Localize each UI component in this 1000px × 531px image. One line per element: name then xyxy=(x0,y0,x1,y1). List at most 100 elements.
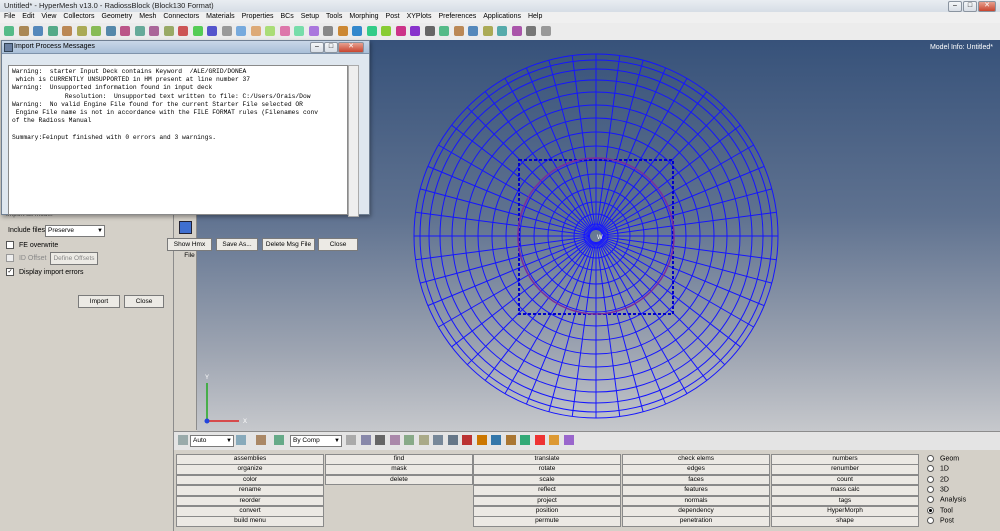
penetration-button[interactable]: penetration xyxy=(622,516,770,527)
edges-button[interactable]: edges xyxy=(622,464,770,475)
toolbar-tool-icon[interactable] xyxy=(294,26,304,36)
menu-morphing[interactable]: Morphing xyxy=(345,12,381,20)
mask-button[interactable]: mask xyxy=(325,464,473,475)
transparency-icon[interactable] xyxy=(256,435,266,445)
permute-button[interactable]: permute xyxy=(473,516,621,527)
radio-tool[interactable]: Tool xyxy=(927,506,953,514)
messages-textbox[interactable]: Warning: starter Input Deck contains Key… xyxy=(8,65,348,215)
toolbar-tool-icon[interactable] xyxy=(352,26,362,36)
toolbar-tool-icon[interactable] xyxy=(540,26,551,36)
menu-view[interactable]: View xyxy=(37,12,59,20)
radio-analysis[interactable]: Analysis xyxy=(927,496,966,504)
toolbar-tool-icon[interactable] xyxy=(221,26,232,36)
import-button[interactable]: Import xyxy=(78,295,120,308)
build-menu-button[interactable]: build menu xyxy=(176,516,324,527)
vertical-scrollbar[interactable] xyxy=(348,65,359,217)
convert-button[interactable]: convert xyxy=(176,506,324,517)
toolbar-tool-icon[interactable] xyxy=(323,26,333,36)
numbers-button[interactable]: numbers xyxy=(771,454,919,465)
toolbar-tool-icon[interactable] xyxy=(279,26,290,36)
toolbar-tool-icon[interactable] xyxy=(105,26,116,36)
rename-button[interactable]: rename xyxy=(176,485,324,496)
menu-mesh[interactable]: Mesh xyxy=(135,12,159,20)
close-panel-button[interactable]: Close xyxy=(124,295,164,308)
visualization-tool-icon[interactable] xyxy=(534,435,545,445)
toolbar-tool-icon[interactable] xyxy=(76,26,87,36)
dialog-minimize-button[interactable]: – xyxy=(310,42,324,53)
delete-button[interactable]: delete xyxy=(325,474,473,486)
menu-preferences[interactable]: Preferences xyxy=(434,12,479,20)
auto-select[interactable]: Auto ▼ xyxy=(190,435,234,447)
toolbar-tool-icon[interactable] xyxy=(134,26,145,36)
menu-post[interactable]: Post xyxy=(382,12,403,20)
tags-button[interactable]: tags xyxy=(771,495,919,507)
dialog-maximize-button[interactable]: □ xyxy=(324,42,338,53)
toolbar-tool-icon[interactable] xyxy=(439,26,449,36)
visualization-tool-icon[interactable] xyxy=(346,435,356,445)
toolbar-tool-icon[interactable] xyxy=(453,26,464,36)
position-button[interactable]: position xyxy=(473,506,621,517)
visualization-tool-icon[interactable] xyxy=(375,435,385,445)
include-files-select[interactable]: Preserve ▼ xyxy=(45,225,105,237)
menu-geometry[interactable]: Geometry xyxy=(98,12,136,20)
reorder-button[interactable]: reorder xyxy=(176,495,324,507)
visualization-tool-icon[interactable] xyxy=(389,435,400,445)
menu-setup[interactable]: Setup xyxy=(297,12,322,20)
visualization-tool-icon[interactable] xyxy=(549,435,559,445)
toolbar-tool-icon[interactable] xyxy=(468,26,478,36)
radio-2d[interactable]: 2D xyxy=(927,475,949,483)
toolbar-tool-icon[interactable] xyxy=(33,26,43,36)
menu-properties[interactable]: Properties xyxy=(238,12,277,20)
toolbar-tool-icon[interactable] xyxy=(250,26,261,36)
toolbar-tool-icon[interactable] xyxy=(526,26,536,36)
toolbar-tool-icon[interactable] xyxy=(120,26,130,36)
dialog-title-bar[interactable]: Import Process Messages – □ ✕ xyxy=(2,41,369,54)
menu-file[interactable]: File xyxy=(0,12,18,20)
maximize-button[interactable]: □ xyxy=(963,1,977,12)
normals-button[interactable]: normals xyxy=(622,495,770,507)
toolbar-tool-icon[interactable] xyxy=(163,26,174,36)
toolbar-tool-icon[interactable] xyxy=(207,26,217,36)
toolbar-tool-icon[interactable] xyxy=(424,26,435,36)
show-hm-file-button[interactable]: Show Hmx File xyxy=(167,238,212,259)
menu-help[interactable]: Help xyxy=(524,12,545,20)
visualization-tool-icon[interactable] xyxy=(360,435,371,445)
faces-button[interactable]: faces xyxy=(622,474,770,486)
toolbar-tool-icon[interactable] xyxy=(482,26,493,36)
features-button[interactable]: features xyxy=(622,485,770,496)
find-button[interactable]: find xyxy=(325,454,473,465)
dialog-close-button[interactable]: ✕ xyxy=(338,42,364,53)
rotate-button[interactable]: rotate xyxy=(473,464,621,475)
visualization-icon[interactable] xyxy=(236,435,246,445)
visualization-tool-icon[interactable] xyxy=(563,435,574,445)
menu-bcs[interactable]: BCs xyxy=(276,12,296,20)
close-window-button[interactable]: ✕ xyxy=(978,1,996,12)
toolbar-tool-icon[interactable] xyxy=(265,26,275,36)
toolbar-tool-icon[interactable] xyxy=(149,26,159,36)
visualization-tool-icon[interactable] xyxy=(447,435,458,445)
toolbar-tool-icon[interactable] xyxy=(381,26,391,36)
translate-button[interactable]: translate xyxy=(473,454,621,465)
renumber-button[interactable]: renumber xyxy=(771,464,919,475)
toolbar-tool-icon[interactable] xyxy=(91,26,101,36)
toolbar-tool-icon[interactable] xyxy=(497,26,507,36)
radio-post[interactable]: Post xyxy=(927,516,954,524)
check-elems-button[interactable]: check elems xyxy=(622,454,770,465)
visualization-tool-icon[interactable] xyxy=(404,435,414,445)
shape-button[interactable]: shape xyxy=(771,516,919,527)
id-offset-checkbox[interactable]: ID Offset xyxy=(6,254,46,262)
toolbar-tool-icon[interactable] xyxy=(236,26,246,36)
visualization-tool-icon[interactable] xyxy=(418,435,429,445)
radio-3d[interactable]: 3D xyxy=(927,485,949,493)
visualization-tool-icon[interactable] xyxy=(433,435,443,445)
toolbar-tool-icon[interactable] xyxy=(366,26,377,36)
dependency-button[interactable]: dependency xyxy=(622,506,770,517)
reflect-button[interactable]: reflect xyxy=(473,485,621,496)
menu-applications[interactable]: Applications xyxy=(479,12,524,20)
view-icon[interactable] xyxy=(179,221,192,234)
color-button[interactable]: color xyxy=(176,474,324,486)
minimize-button[interactable]: – xyxy=(948,1,962,12)
toolbar-tool-icon[interactable] xyxy=(62,26,72,36)
scale-button[interactable]: scale xyxy=(473,474,621,486)
save-as-button[interactable]: Save As... xyxy=(216,238,258,251)
